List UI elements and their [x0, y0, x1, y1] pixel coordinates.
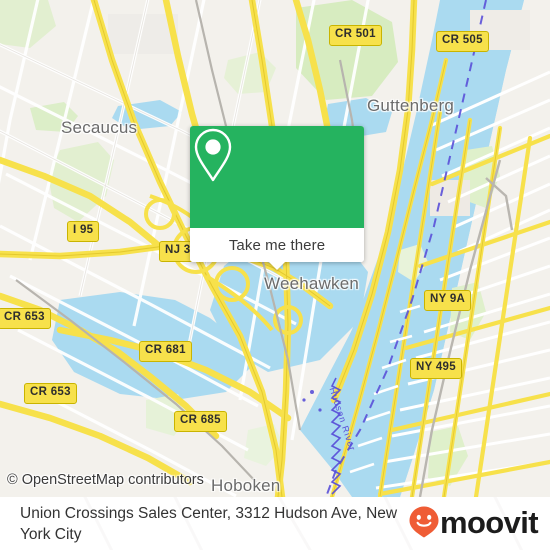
- road-shield-ny-495: NY 495: [410, 358, 462, 379]
- take-me-there-button[interactable]: Take me there: [190, 228, 364, 262]
- map-canvas[interactable]: Secaucus Guttenberg Weehawken Hoboken CR…: [0, 0, 550, 497]
- osm-attribution: © OpenStreetMap contributors: [7, 472, 204, 488]
- map-pin-icon: [194, 128, 232, 182]
- road-shield-i-95: I 95: [67, 221, 100, 242]
- location-popup-card[interactable]: Take me there: [190, 126, 364, 270]
- city-label-weehawken: Weehawken: [264, 274, 360, 293]
- road-shield-ny-9a: NY 9A: [424, 290, 472, 311]
- road-shield-cr-505: CR 505: [436, 31, 489, 52]
- road-shield-cr-685: CR 685: [174, 411, 227, 432]
- moovit-map-share-screenshot: Secaucus Guttenberg Weehawken Hoboken CR…: [0, 0, 550, 550]
- moovit-logo[interactable]: moovit: [409, 504, 539, 540]
- location-title: Union Crossings Sales Center, 3312 Hudso…: [20, 505, 398, 543]
- footer-bar: Union Crossings Sales Center, 3312 Hudso…: [0, 497, 550, 550]
- city-label-secaucus: Secaucus: [61, 118, 138, 137]
- road-shield-cr-681: CR 681: [139, 341, 192, 362]
- city-label-guttenberg: Guttenberg: [367, 96, 455, 115]
- moovit-wordmark: moovit: [439, 504, 539, 540]
- popup-pin-area: [190, 126, 364, 228]
- city-label-hoboken: Hoboken: [211, 476, 281, 495]
- moovit-smiley-pin-icon: [409, 506, 439, 538]
- road-shield-cr-501: CR 501: [329, 25, 382, 46]
- road-shield-cr-653-north: CR 653: [0, 308, 51, 329]
- road-shield-cr-653-south: CR 653: [24, 383, 77, 404]
- take-me-there-label: Take me there: [228, 236, 326, 254]
- popup-pointer-tail: [268, 261, 286, 270]
